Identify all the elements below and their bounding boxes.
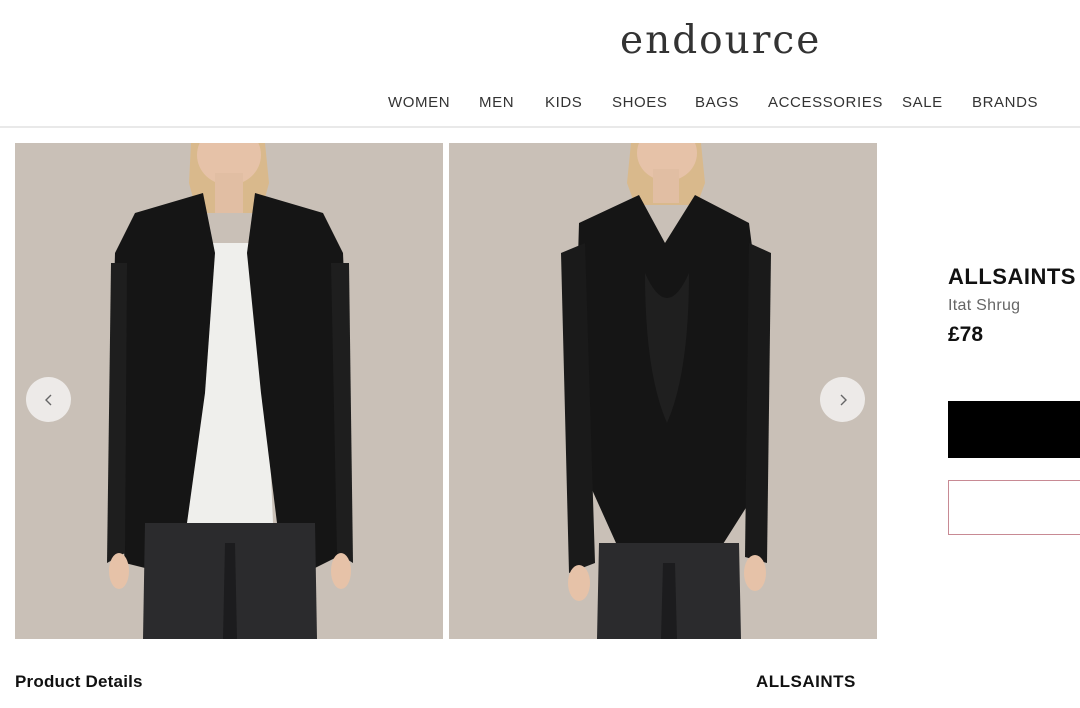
product-name: Itat Shrug (948, 297, 1021, 314)
model-illustration-front (15, 143, 443, 639)
nav-item-shoes[interactable]: SHOES (612, 94, 668, 111)
nav-item-kids[interactable]: KIDS (545, 94, 582, 111)
model-illustration-side (449, 143, 877, 639)
chevron-left-icon (44, 394, 51, 405)
product-image-front[interactable] (15, 143, 443, 639)
main-nav: WOMEN MEN KIDS SHOES BAGS ACCESSORIES SA… (0, 94, 1080, 114)
nav-item-accessories[interactable]: ACCESSORIES (768, 94, 883, 111)
nav-item-women[interactable]: WOMEN (388, 94, 450, 111)
nav-item-men[interactable]: MEN (479, 94, 514, 111)
site-logo[interactable]: endource (620, 18, 821, 63)
secondary-action-button[interactable] (948, 480, 1080, 535)
gallery-prev-button[interactable] (26, 377, 71, 422)
product-details-heading: Product Details (15, 672, 143, 691)
product-price: £78 (948, 323, 984, 346)
nav-item-sale[interactable]: SALE (902, 94, 943, 111)
gallery-next-button[interactable] (820, 377, 865, 422)
buy-button[interactable] (948, 401, 1080, 458)
product-image-side[interactable] (449, 143, 877, 639)
nav-item-bags[interactable]: BAGS (695, 94, 739, 111)
chevron-right-icon (840, 394, 847, 405)
product-brand[interactable]: ALLSAINTS (948, 264, 1076, 290)
nav-item-brands[interactable]: BRANDS (972, 94, 1038, 111)
site-header: endource WOMEN MEN KIDS SHOES BAGS ACCES… (0, 0, 1080, 128)
product-gallery (15, 143, 877, 639)
details-brand-heading: ALLSAINTS (756, 672, 856, 691)
